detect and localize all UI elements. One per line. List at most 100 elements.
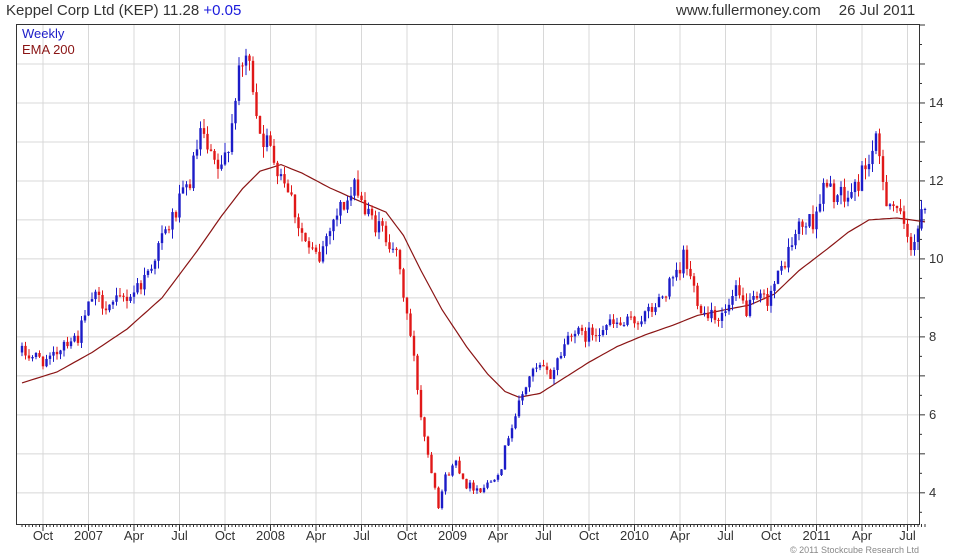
candle-body	[846, 197, 850, 202]
candle-body	[531, 368, 535, 377]
candle-body	[759, 293, 762, 299]
candle-body	[444, 474, 447, 492]
x-tick-label: Oct	[397, 528, 418, 543]
candle-body	[808, 214, 811, 227]
candle-body	[405, 297, 409, 314]
candle-body	[836, 195, 839, 203]
candle-body	[391, 248, 395, 250]
candle-body	[769, 290, 773, 306]
candle-body	[381, 221, 384, 226]
y-tick-label: 6	[929, 407, 936, 422]
candle-body	[815, 211, 818, 230]
x-tick-label: Oct	[33, 528, 54, 543]
candle-body	[612, 319, 615, 324]
candle-body	[136, 283, 139, 293]
candle-body	[370, 208, 374, 216]
candle-body	[167, 229, 171, 231]
candle-body	[311, 247, 314, 249]
candle-body	[923, 209, 927, 211]
candle-body	[290, 192, 293, 195]
candle-body	[108, 304, 111, 311]
candle-body	[622, 324, 626, 326]
candle-body	[451, 465, 454, 476]
candle-body	[83, 315, 87, 321]
candle-body	[748, 299, 752, 316]
price-chart: 4 6 8 10 12 14 Oct 2007 Apr Jul Oct 2008 Apr Jul Oct 20…	[16, 24, 943, 543]
candle-body	[66, 341, 69, 347]
candle-body	[766, 294, 769, 306]
candle-body	[857, 181, 860, 191]
candle-body	[139, 283, 143, 290]
candle-body	[227, 151, 230, 153]
candle-body	[241, 65, 244, 67]
candle-body	[188, 184, 192, 189]
candle-body	[717, 319, 720, 321]
candle-body	[552, 370, 556, 379]
legend-ema: EMA 200	[22, 42, 75, 57]
candle-body	[234, 100, 237, 124]
candle-body	[192, 155, 195, 189]
candle-body	[524, 387, 528, 395]
candle-body	[465, 478, 468, 489]
candle-body	[48, 355, 52, 359]
candle-body	[738, 285, 741, 296]
candle-body	[244, 55, 248, 66]
candle-body	[790, 245, 794, 247]
candle-body	[356, 179, 360, 196]
candle-body	[62, 341, 66, 351]
candle-body	[377, 221, 381, 233]
candle-body	[678, 269, 682, 274]
candle-body	[895, 205, 899, 209]
candle-body	[867, 164, 871, 170]
x-tick-label: Jul	[171, 528, 188, 543]
candle-body	[125, 296, 129, 301]
candle-body	[804, 226, 808, 228]
candle-body	[339, 201, 342, 216]
candle-body	[307, 241, 311, 248]
candle-body	[328, 231, 332, 237]
candle-body	[745, 300, 748, 316]
candle-body	[892, 204, 895, 206]
candle-body	[384, 225, 388, 243]
candle-body	[601, 330, 605, 335]
plot-frame	[16, 24, 920, 525]
candle-body	[493, 479, 496, 482]
candle-body	[202, 128, 206, 134]
candle-body	[843, 186, 846, 202]
candle-body	[629, 316, 633, 318]
candle-body	[871, 150, 874, 165]
candle-body	[59, 350, 62, 355]
candle-body	[832, 183, 836, 203]
candle-body	[909, 236, 913, 251]
candle-body	[584, 330, 587, 342]
x-tick-label: Oct	[579, 528, 600, 543]
candle-body	[45, 358, 48, 367]
candle-body	[570, 335, 573, 337]
x-tick-label: Apr	[306, 528, 327, 543]
candle-body	[881, 156, 885, 182]
candle-body	[864, 165, 867, 170]
candle-body	[430, 454, 433, 474]
candle-body	[563, 344, 566, 356]
candle-body	[363, 200, 367, 215]
candle-body	[682, 249, 685, 274]
candle-body	[794, 234, 797, 246]
y-tick-label: 14	[929, 95, 943, 110]
candle-body	[237, 65, 241, 101]
candle-body	[839, 186, 843, 196]
y-tick-label: 10	[929, 251, 943, 266]
candle-body	[286, 183, 290, 193]
candle-body	[346, 200, 349, 210]
candle-body	[762, 293, 766, 295]
candle-body	[615, 322, 619, 324]
candle-body	[594, 335, 598, 337]
candle-body	[598, 334, 601, 336]
candle-body	[416, 355, 419, 390]
candle-body	[94, 291, 97, 300]
candle-body	[283, 174, 286, 184]
candle-body	[440, 491, 444, 509]
candle-body	[636, 323, 640, 325]
candle-body	[171, 212, 174, 230]
candle-body	[472, 482, 475, 491]
candle-body	[454, 460, 458, 466]
